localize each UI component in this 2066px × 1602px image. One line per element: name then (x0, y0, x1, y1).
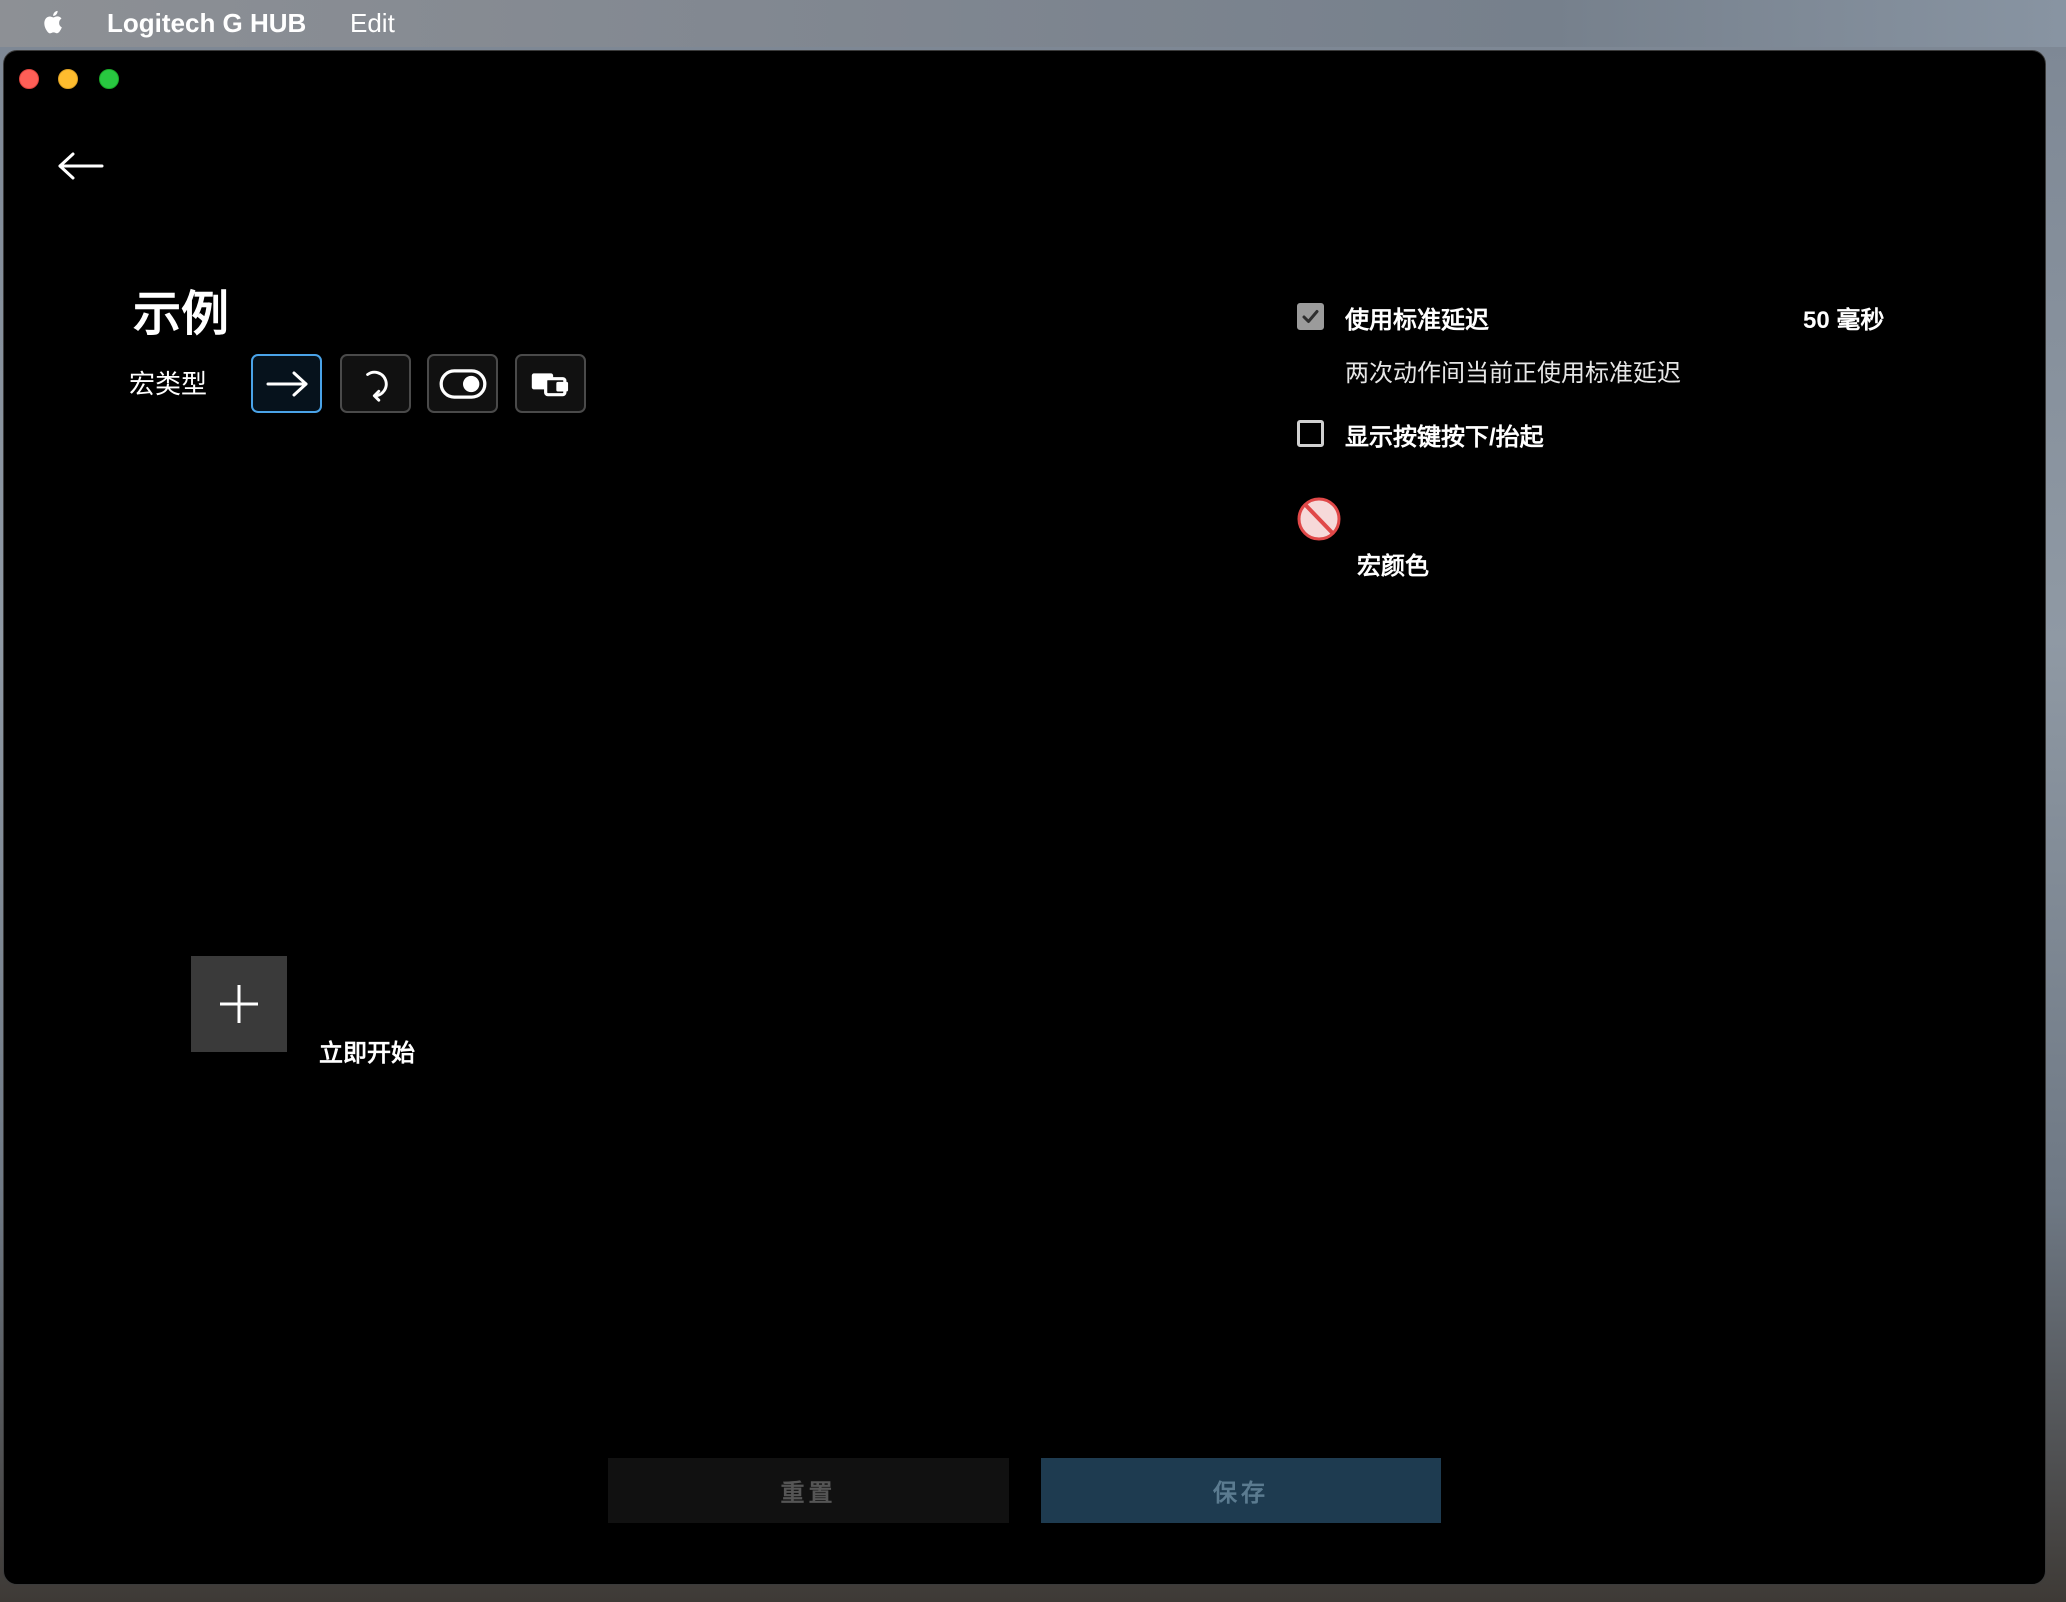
page-title: 示例 (133, 288, 230, 341)
add-action-button[interactable] (191, 956, 287, 1052)
back-arrow-icon[interactable] (56, 151, 104, 181)
menu-item-edit[interactable]: Edit (350, 8, 395, 38)
save-button[interactable]: 保存 (1041, 1458, 1441, 1523)
standard-delay-value[interactable]: 50 毫秒 (1803, 307, 1884, 335)
window-minimize-button[interactable] (58, 69, 78, 89)
standard-delay-description: 两次动作间当前正使用标准延迟 (1345, 360, 1681, 387)
show-key-press-checkbox[interactable] (1297, 420, 1324, 447)
macro-type-no-repeat-button[interactable] (251, 354, 322, 413)
toggle-icon (439, 368, 486, 399)
standard-delay-checkbox[interactable] (1297, 303, 1324, 330)
macro-color-label[interactable]: 宏颜色 (1357, 553, 1429, 581)
checkmark-icon (1302, 310, 1319, 323)
macro-type-repeat-button[interactable] (340, 354, 411, 413)
show-key-press-label: 显示按键按下/抬起 (1345, 424, 1544, 451)
macro-type-label: 宏类型 (129, 369, 208, 399)
app-window: 示例 宏类型 使用标准延迟 50 毫秒 两次动作间当前正使用标准延迟 显示按键按… (3, 50, 2046, 1585)
macro-type-toggle-button[interactable] (427, 354, 498, 413)
window-zoom-button[interactable] (99, 69, 119, 89)
standard-delay-label: 使用标准延迟 (1345, 307, 1489, 334)
window-close-button[interactable] (19, 69, 39, 89)
menu-bar: Logitech G HUB Edit (0, 0, 2066, 47)
reset-button[interactable]: 重置 (608, 1458, 1009, 1523)
arrow-right-icon (266, 371, 307, 396)
macro-type-sequence-button[interactable] (515, 354, 586, 413)
sequence-icon (531, 372, 568, 396)
no-color-icon[interactable] (1296, 496, 1342, 542)
menu-app-name[interactable]: Logitech G HUB (107, 8, 306, 38)
start-now-label[interactable]: 立即开始 (319, 1040, 415, 1068)
loop-icon (365, 370, 388, 402)
apple-icon[interactable] (40, 6, 68, 38)
plus-icon (220, 985, 258, 1023)
